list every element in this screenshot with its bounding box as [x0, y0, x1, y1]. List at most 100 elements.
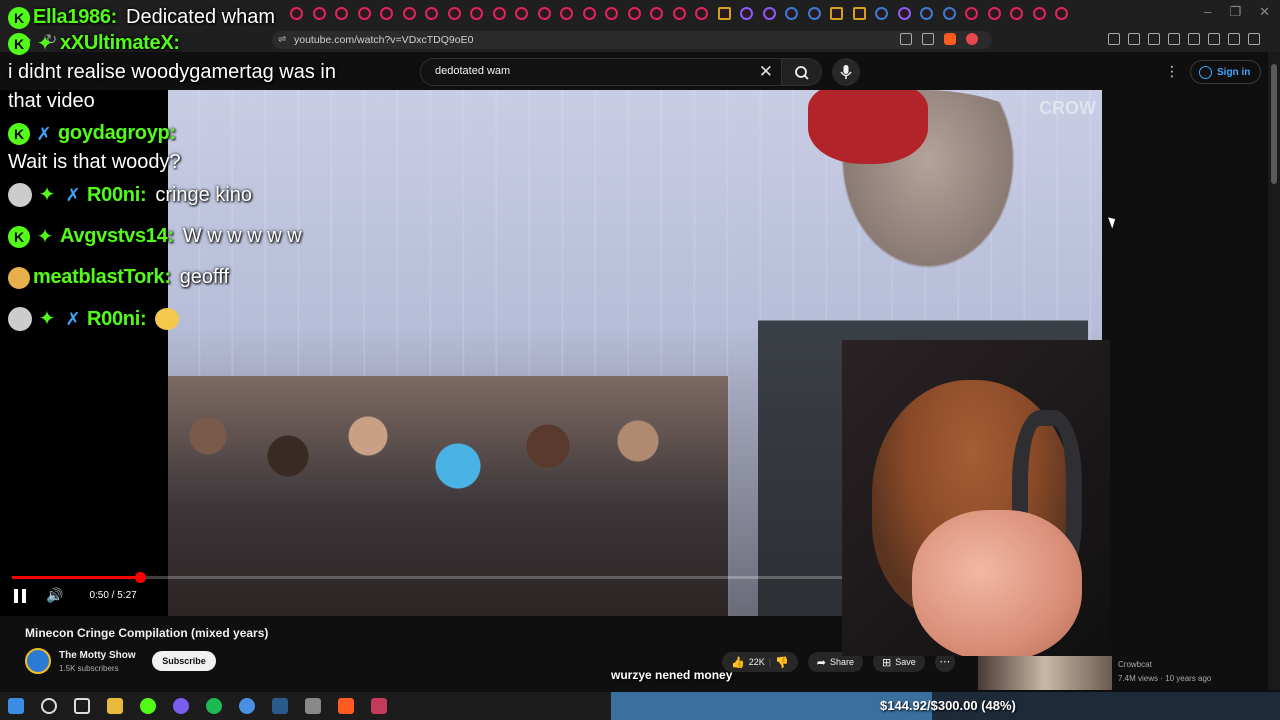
tab[interactable] — [402, 7, 416, 20]
close-icon[interactable]: ✕ — [1259, 4, 1270, 20]
chat-message: K ✦ Avgvstvs14: W w w w w w — [8, 225, 348, 248]
tab[interactable] — [762, 7, 776, 20]
channel-name[interactable]: The Motty Show — [59, 650, 136, 661]
steam-icon[interactable] — [272, 698, 288, 714]
chat-message: K Ella1986: Dedicated wham — [8, 6, 348, 29]
brave-rewards-icon[interactable] — [966, 33, 978, 45]
tab[interactable] — [537, 7, 551, 20]
clear-search-icon[interactable]: ✕ — [759, 62, 773, 82]
subscriber-count: 1.5K subscribers — [59, 664, 119, 673]
progress-bar[interactable] — [12, 572, 842, 583]
obs-icon[interactable] — [173, 698, 189, 714]
sign-in-button[interactable]: Sign in — [1190, 60, 1262, 84]
tab[interactable] — [920, 7, 933, 20]
search-icon[interactable] — [41, 698, 57, 714]
tab[interactable] — [447, 7, 461, 20]
brave-icon[interactable] — [338, 698, 354, 714]
tab[interactable] — [492, 7, 506, 20]
search-button[interactable] — [782, 58, 822, 86]
suggested-channel[interactable]: Crowbcat — [1118, 660, 1152, 669]
chat-username: R00ni: — [87, 307, 147, 330]
subscriber-badge-icon: ✦ — [36, 32, 54, 55]
media-icon[interactable] — [1148, 33, 1160, 45]
tab[interactable] — [717, 7, 731, 20]
tab[interactable] — [987, 7, 1001, 20]
extension-icon[interactable] — [1108, 33, 1120, 45]
tab[interactable] — [425, 7, 438, 20]
sign-in-label: Sign in — [1217, 66, 1251, 78]
extension-icon[interactable] — [1128, 33, 1140, 45]
scrollbar-thumb[interactable] — [1271, 64, 1277, 184]
channel-avatar[interactable] — [25, 648, 51, 674]
tab[interactable] — [672, 7, 686, 20]
vpn-icon[interactable] — [1208, 33, 1220, 45]
file-explorer-icon[interactable] — [107, 698, 123, 714]
start-icon[interactable] — [8, 698, 24, 714]
tab[interactable] — [515, 7, 528, 20]
task-view-icon[interactable] — [74, 698, 90, 714]
suggested-video-thumbnail[interactable] — [978, 656, 1112, 690]
tab[interactable] — [1032, 7, 1046, 20]
thumbs-down-icon[interactable]: 👎 — [775, 656, 789, 669]
tab[interactable] — [1055, 7, 1068, 20]
scrubber-handle[interactable] — [134, 572, 146, 583]
url-field[interactable]: ⇌ youtube.com/watch?v=VDxcTDQ9oE0 — [272, 31, 992, 49]
search-input[interactable]: dedotated wam ✕ — [420, 58, 782, 86]
share-page-icon[interactable] — [922, 33, 934, 45]
tab[interactable] — [380, 7, 393, 20]
kick-badge-icon: K — [8, 122, 30, 145]
tab[interactable] — [627, 7, 641, 20]
more-options-icon[interactable]: ⋮ — [1164, 64, 1180, 80]
moderator-sword-icon: ✗ — [36, 123, 52, 144]
brave-shields-icon[interactable] — [944, 33, 956, 45]
tab[interactable] — [965, 7, 978, 20]
volume-icon[interactable]: 🔊 — [46, 587, 63, 604]
pause-icon[interactable] — [14, 588, 26, 603]
chat-overlay: K Ella1986: Dedicated wham K ✦ xXUltimat… — [8, 6, 348, 334]
tab[interactable] — [897, 7, 911, 20]
tab[interactable] — [357, 7, 371, 20]
chat-message: ✦ ✗ R00ni: cringe kino — [8, 183, 348, 207]
tab[interactable] — [942, 7, 956, 20]
tab[interactable] — [470, 7, 483, 20]
tab[interactable] — [582, 7, 596, 20]
tab[interactable] — [740, 7, 753, 20]
share-label: Share — [829, 657, 855, 667]
tab[interactable] — [695, 7, 708, 20]
thumbs-up-icon: 👍 — [731, 656, 745, 669]
app-icon[interactable] — [371, 698, 387, 714]
tab[interactable] — [605, 7, 618, 20]
account-icon — [1199, 65, 1212, 79]
cast-icon[interactable] — [900, 33, 912, 45]
like-dislike-divider: | — [768, 657, 772, 667]
tab[interactable] — [1010, 7, 1023, 20]
chat-text: Wait is that woody? — [8, 151, 181, 173]
mouse-cursor-icon — [1108, 215, 1118, 229]
tab[interactable] — [650, 7, 663, 20]
kick-app-icon[interactable] — [140, 698, 156, 714]
like-button[interactable]: 👍 22K | 👎 — [722, 652, 798, 672]
spotify-icon[interactable] — [206, 698, 222, 714]
chat-username: Ella1986: — [33, 6, 118, 28]
minimize-icon[interactable]: – — [1204, 4, 1211, 20]
tab[interactable] — [852, 7, 866, 20]
app-icon[interactable] — [305, 698, 321, 714]
subscriber-badge-icon: ✦ — [36, 225, 54, 248]
stream-caption: wurzye nened money — [611, 668, 733, 682]
menu-icon[interactable] — [1248, 33, 1260, 45]
tab[interactable] — [875, 7, 888, 20]
chat-message: ✦ ✗ R00ni: — [8, 307, 348, 331]
tab[interactable] — [807, 7, 821, 20]
subscribe-button[interactable]: Subscribe — [152, 651, 216, 671]
page-scrollbar[interactable] — [1268, 52, 1280, 690]
tab[interactable] — [560, 7, 573, 20]
chrome-icon[interactable] — [239, 698, 255, 714]
wallet-icon[interactable] — [1188, 33, 1200, 45]
tab[interactable] — [785, 7, 798, 20]
voice-search-button[interactable] — [832, 58, 860, 86]
sidebar-icon[interactable] — [1168, 33, 1180, 45]
shield-icon[interactable] — [1228, 33, 1240, 45]
tab[interactable] — [830, 7, 843, 20]
maximize-icon[interactable]: ❐ — [1229, 4, 1241, 20]
address-actions — [900, 33, 978, 45]
